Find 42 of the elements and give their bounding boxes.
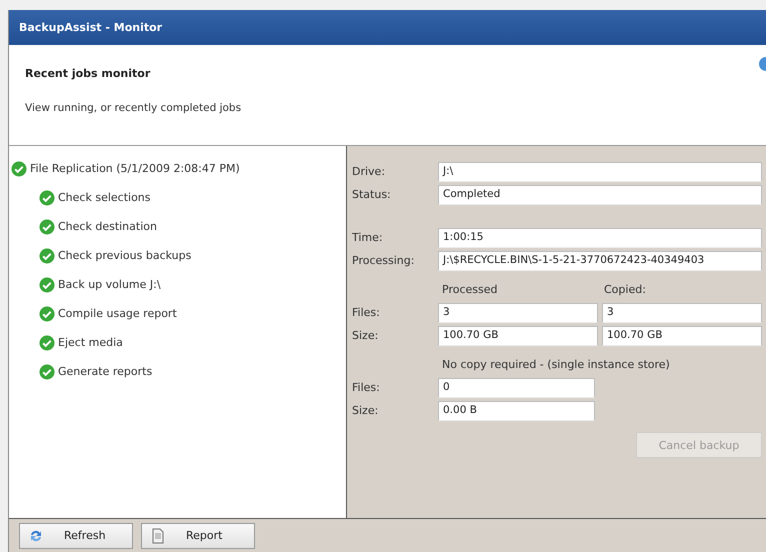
- job-step[interactable]: Check destination: [58, 220, 157, 233]
- text-field[interactable]: 0.00 B: [438, 400, 595, 420]
- text-field[interactable]: 3: [602, 302, 762, 322]
- header-subtitle: View running, or recently completed jobs: [25, 102, 242, 114]
- job-step[interactable]: Generate reports: [58, 365, 152, 378]
- field-label: Size:: [352, 404, 380, 417]
- text-field[interactable]: 1:00:15: [438, 228, 762, 248]
- field-label: Processing:: [352, 254, 416, 267]
- document-icon: [150, 528, 166, 544]
- field-label: Time:: [352, 231, 384, 244]
- job-step[interactable]: Check selections: [58, 191, 151, 204]
- text-field[interactable]: 0: [438, 378, 595, 398]
- text-field[interactable]: Completed: [438, 184, 762, 204]
- window-title: BackupAssist - Monitor: [19, 21, 162, 34]
- check-icon: [39, 364, 55, 380]
- check-icon: [39, 276, 55, 292]
- field-label: Files:: [352, 306, 381, 319]
- section-note: No copy required - (single instance store): [441, 358, 670, 371]
- job-step[interactable]: Eject media: [58, 336, 123, 349]
- field-label: Drive:: [352, 165, 386, 178]
- job-step[interactable]: Compile usage report: [58, 307, 177, 320]
- check-icon: [39, 306, 55, 322]
- check-icon: [39, 334, 55, 350]
- column-header: Copied:: [603, 283, 647, 296]
- field-label: Files:: [352, 381, 381, 394]
- header-title: Recent jobs monitor: [25, 67, 152, 80]
- check-icon: [39, 218, 55, 234]
- text-field[interactable]: 100.70 GB: [602, 326, 762, 346]
- check-icon: [39, 248, 55, 264]
- job-step[interactable]: Check previous backups: [58, 249, 192, 262]
- text-field[interactable]: 3: [438, 302, 598, 322]
- footer-button[interactable]: Report: [141, 522, 255, 548]
- text-field[interactable]: 100.70 GB: [438, 326, 598, 346]
- field-label: Status:: [352, 188, 392, 201]
- text-field[interactable]: J:\: [438, 162, 762, 182]
- field-label: Size:: [352, 329, 380, 342]
- footer-button[interactable]: Refresh: [19, 522, 133, 548]
- column-header: Processed: [441, 283, 498, 296]
- text-field[interactable]: J:\$RECYCLE.BIN\S-1-5-21-3770672423-40349403: [438, 250, 762, 270]
- job-step[interactable]: Back up volume J:\: [58, 278, 161, 291]
- check-icon: [39, 190, 55, 206]
- job-step[interactable]: File Replication (5/1/2009 2:08:47 PM): [30, 162, 240, 175]
